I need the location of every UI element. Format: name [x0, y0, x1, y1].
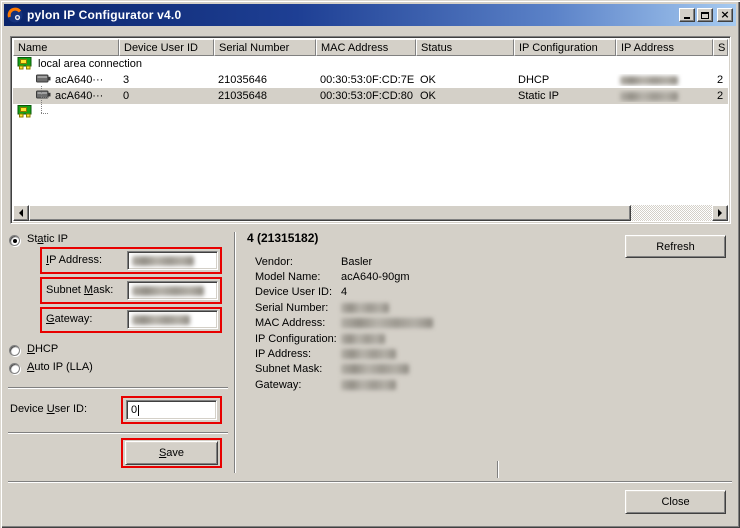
- tree-connector-line: [41, 86, 42, 113]
- text-caret: [138, 405, 139, 416]
- ip-address-label: IP Address:: [46, 254, 102, 266]
- network-adapter-icon: [17, 56, 33, 73]
- column-header-ip-address[interactable]: IP Address: [616, 39, 713, 56]
- ip-configuration-label: IP Configuration:: [255, 333, 341, 345]
- table-row-network-adapter-2[interactable]: [13, 104, 728, 120]
- table-rows: local area connection acA640···: [13, 56, 728, 120]
- auto-ip-label: Auto IP (LLA): [27, 361, 93, 373]
- column-header-ip-configuration[interactable]: IP Configuration: [514, 39, 616, 56]
- titlebar[interactable]: pylon IP Configurator v4.0 ×: [4, 4, 736, 26]
- column-header-status[interactable]: Status: [416, 39, 514, 56]
- model-name-value: acA640-90gm: [341, 271, 410, 283]
- subnet-mask-label: Subnet Mask:: [46, 284, 113, 296]
- subnet-mask-input[interactable]: [127, 281, 218, 300]
- cell-ip-address-redacted: [616, 74, 713, 86]
- minimize-button[interactable]: [679, 8, 695, 22]
- device-table: Name Device User ID Serial Number MAC Ad…: [10, 36, 731, 224]
- arrow-left-icon: [15, 209, 23, 217]
- ip-address-info-label: IP Address:: [255, 348, 341, 360]
- maximize-icon: [701, 12, 709, 19]
- save-button[interactable]: Save: [125, 441, 218, 465]
- radio-auto-ip[interactable]: [9, 363, 20, 374]
- dhcp-label: DHCP: [27, 343, 58, 355]
- column-header-device-user-id[interactable]: Device User ID: [119, 39, 214, 56]
- minimize-icon: [684, 17, 690, 19]
- device-user-id-info-label: Device User ID:: [255, 286, 341, 298]
- radio-static-ip[interactable]: [9, 235, 20, 246]
- cell-device-user-id: 0: [119, 90, 214, 102]
- cell-status: OK: [416, 90, 514, 102]
- cell-status: OK: [416, 74, 514, 86]
- cell-ip-address-redacted: [616, 90, 713, 102]
- panel-separator: [234, 232, 236, 473]
- close-button[interactable]: Close: [625, 490, 726, 514]
- radio-selected-dot: [13, 239, 17, 243]
- table-row-camera-1[interactable]: acA640··· 3 21035646 00:30:53:0F:CD:7E O…: [13, 72, 728, 88]
- device-info-title: 4 (21315182): [247, 231, 318, 245]
- refresh-button[interactable]: Refresh: [625, 235, 726, 258]
- static-ip-label: Static IP: [27, 233, 68, 245]
- camera-name: acA640···: [55, 90, 103, 102]
- scroll-right-button[interactable]: [712, 205, 728, 221]
- cell-subnet-partial: 2: [713, 74, 728, 86]
- cell-subnet-partial: 2: [713, 90, 728, 102]
- scroll-left-button[interactable]: [13, 205, 29, 221]
- close-window-button[interactable]: ×: [717, 8, 733, 22]
- gateway-redacted: [341, 380, 396, 390]
- camera-icon: [36, 90, 51, 102]
- cell-ip-configuration: DHCP: [514, 74, 616, 86]
- ip-configuration-redacted: [341, 334, 385, 344]
- cell-ip-configuration: Static IP: [514, 90, 616, 102]
- serial-number-label: Serial Number:: [255, 302, 341, 314]
- ip-address-redacted: [341, 349, 396, 359]
- maximize-button[interactable]: [697, 8, 713, 22]
- tree-connector-stub: [41, 97, 48, 98]
- cell-device-user-id: 3: [119, 74, 214, 86]
- scrollbar-thumb[interactable]: [29, 205, 631, 221]
- radio-dhcp[interactable]: [9, 345, 20, 356]
- camera-icon: [36, 74, 51, 86]
- cell-serial-number: 21035646: [214, 74, 316, 86]
- arrow-right-icon: [718, 209, 726, 217]
- cell-mac-address: 00:30:53:0F:CD:7E: [316, 74, 416, 86]
- device-user-id-input[interactable]: 0: [126, 400, 217, 420]
- column-header-subnet[interactable]: S: [713, 39, 728, 56]
- adapter-name: local area connection: [38, 58, 142, 70]
- device-user-id-info-value: 4: [341, 286, 347, 298]
- table-row-camera-2-selected[interactable]: acA640··· 0 21035648 00:30:53:0F:CD:80 O…: [13, 88, 728, 104]
- gateway-label: Gateway:: [46, 313, 92, 325]
- column-header-serial-number[interactable]: Serial Number: [214, 39, 316, 56]
- window-title: pylon IP Configurator v4.0: [27, 8, 679, 22]
- close-icon: ×: [720, 10, 729, 20]
- camera-name: acA640···: [55, 74, 103, 86]
- device-info-panel: Vendor:Basler Model Name:acA640-90gm Dev…: [255, 254, 505, 393]
- mac-address-label: MAC Address:: [255, 317, 341, 329]
- separator: [8, 432, 228, 434]
- horizontal-scrollbar[interactable]: [13, 205, 728, 221]
- table-header: Name Device User ID Serial Number MAC Ad…: [13, 39, 728, 56]
- ip-address-input[interactable]: [127, 251, 218, 270]
- gateway-input[interactable]: [127, 310, 218, 329]
- tree-connector-stub: [41, 113, 48, 114]
- app-icon: [7, 7, 23, 23]
- column-header-name[interactable]: Name: [13, 39, 119, 56]
- cell-serial-number: 21035648: [214, 90, 316, 102]
- gateway-info-label: Gateway:: [255, 379, 341, 391]
- separator: [8, 387, 228, 389]
- model-name-label: Model Name:: [255, 271, 341, 283]
- subnet-mask-redacted: [341, 364, 409, 374]
- network-adapter-icon: [17, 104, 33, 121]
- column-header-mac-address[interactable]: MAC Address: [316, 39, 416, 56]
- device-user-id-label: Device User ID:: [10, 403, 87, 415]
- subnet-mask-info-label: Subnet Mask:: [255, 363, 341, 375]
- table-row-network-adapter[interactable]: local area connection: [13, 56, 728, 72]
- mac-address-redacted: [341, 318, 433, 328]
- panel-separator-short: [497, 461, 499, 478]
- window: pylon IP Configurator v4.0 × Name Device…: [0, 0, 740, 528]
- vendor-value: Basler: [341, 256, 372, 268]
- cell-mac-address: 00:30:53:0F:CD:80: [316, 90, 416, 102]
- serial-number-redacted: [341, 303, 389, 313]
- vendor-label: Vendor:: [255, 256, 341, 268]
- bottom-separator: [8, 481, 732, 483]
